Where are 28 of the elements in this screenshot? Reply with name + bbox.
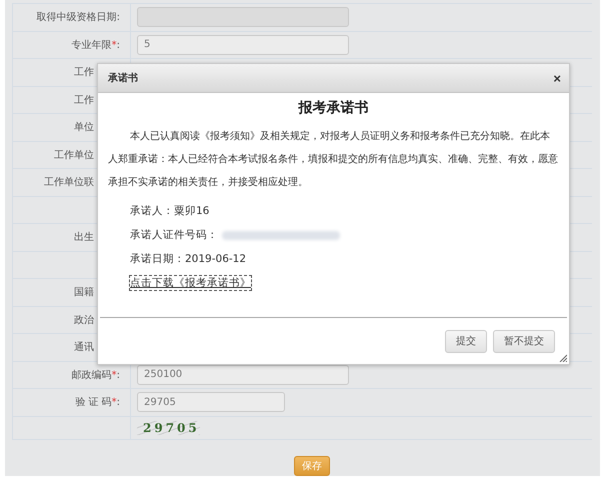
download-link[interactable]: 点击下载《报考承诺书》: [130, 276, 251, 290]
document-heading: 报考承诺书: [297, 99, 370, 117]
field-label: 工作: [74, 66, 94, 80]
field-label: 工作单位: [54, 148, 94, 162]
field-label: 单位: [74, 120, 94, 134]
dialog-title: 承诺书: [108, 72, 138, 85]
input-field[interactable]: 29705: [137, 392, 285, 412]
pledge-line: 承诺人证件号码：: [130, 228, 218, 242]
close-button[interactable]: ×: [553, 72, 561, 84]
field-label: 验 证 码*:: [75, 396, 120, 410]
dialog-button[interactable]: 提交: [445, 330, 487, 352]
field-label: 邮政编码*:: [72, 368, 120, 382]
dialog-button[interactable]: 暂不提交: [493, 330, 555, 352]
field-label: 取得中级资格日期:: [36, 10, 120, 24]
pledge-paragraph: 本人已认真阅读《报考须知》及相关规定，对报考人员证明义务和报考条件已充分知晓。在此本人郑重承诺：本人已经符合本考试报名条件，填报和提交的所有信息均真实、准确、完整、有效，愿意承担不实承诺的相关责任，并接受相应处理。: [108, 130, 559, 190]
captcha-image[interactable]: 29705: [137, 420, 200, 434]
field-label: 专业年限*:: [72, 38, 120, 52]
pledge-line: 承诺日期：2019-06-12: [130, 252, 246, 266]
resize-grip-icon[interactable]: [559, 354, 567, 362]
field-label: 通讯: [74, 340, 94, 354]
field-label: 工作: [74, 94, 94, 107]
input-field[interactable]: 250100: [137, 364, 349, 385]
input-field[interactable]: 5: [137, 34, 349, 55]
field-label: 政治: [74, 314, 94, 327]
field-label: 国籍: [74, 286, 94, 300]
field-label: 工作单位联: [44, 176, 94, 190]
field-label: 出生: [74, 230, 94, 244]
pledge-line: 承诺人：粟卯16: [130, 204, 210, 218]
